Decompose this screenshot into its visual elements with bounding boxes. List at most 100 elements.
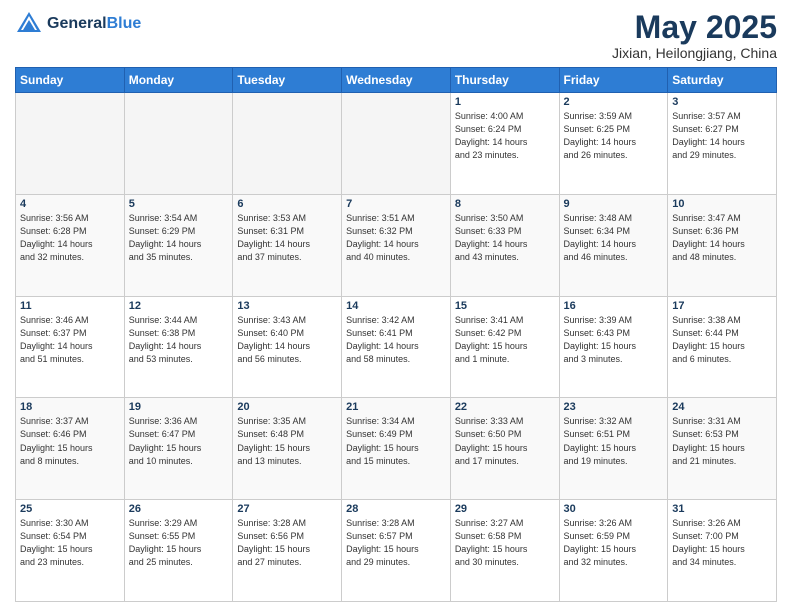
- table-row: [16, 93, 125, 195]
- day-number: 27: [237, 503, 337, 515]
- day-number: 3: [672, 96, 772, 108]
- table-row: 4 Sunrise: 3:56 AM Sunset: 6:28 PM Daylig…: [16, 194, 125, 296]
- col-saturday: Saturday: [668, 68, 777, 93]
- day-info: Sunrise: 3:59 AM Sunset: 6:25 PM Dayligh…: [564, 110, 664, 162]
- table-row: 21 Sunrise: 3:34 AM Sunset: 6:49 PM Dayli…: [342, 398, 451, 500]
- day-number: 20: [237, 401, 337, 413]
- calendar-week-row: 4 Sunrise: 3:56 AM Sunset: 6:28 PM Daylig…: [16, 194, 777, 296]
- day-info: Sunrise: 3:46 AM Sunset: 6:37 PM Dayligh…: [20, 314, 120, 366]
- calendar-table: Sunday Monday Tuesday Wednesday Thursday…: [15, 67, 777, 602]
- table-row: 29 Sunrise: 3:27 AM Sunset: 6:58 PM Dayli…: [450, 500, 559, 602]
- day-info: Sunrise: 3:56 AM Sunset: 6:28 PM Dayligh…: [20, 212, 120, 264]
- table-row: 23 Sunrise: 3:32 AM Sunset: 6:51 PM Dayli…: [559, 398, 668, 500]
- table-row: 11 Sunrise: 3:46 AM Sunset: 6:37 PM Dayli…: [16, 296, 125, 398]
- table-row: [233, 93, 342, 195]
- table-row: 20 Sunrise: 3:35 AM Sunset: 6:48 PM Dayli…: [233, 398, 342, 500]
- month-title: May 2025: [612, 10, 777, 45]
- table-row: 15 Sunrise: 3:41 AM Sunset: 6:42 PM Dayli…: [450, 296, 559, 398]
- day-info: Sunrise: 3:26 AM Sunset: 6:59 PM Dayligh…: [564, 517, 664, 569]
- logo-text: GeneralBlue: [47, 15, 141, 33]
- calendar-week-row: 1Sunrise: 4:00 AM Sunset: 6:24 PM Daylig…: [16, 93, 777, 195]
- day-number: 2: [564, 96, 664, 108]
- day-info: Sunrise: 3:39 AM Sunset: 6:43 PM Dayligh…: [564, 314, 664, 366]
- day-number: 30: [564, 503, 664, 515]
- day-info: Sunrise: 3:34 AM Sunset: 6:49 PM Dayligh…: [346, 415, 446, 467]
- day-number: 5: [129, 198, 229, 210]
- day-number: 22: [455, 401, 555, 413]
- table-row: 18Sunrise: 3:37 AM Sunset: 6:46 PM Dayli…: [16, 398, 125, 500]
- table-row: 9Sunrise: 3:48 AM Sunset: 6:34 PM Daylig…: [559, 194, 668, 296]
- day-info: Sunrise: 3:37 AM Sunset: 6:46 PM Dayligh…: [20, 415, 120, 467]
- day-info: Sunrise: 3:30 AM Sunset: 6:54 PM Dayligh…: [20, 517, 120, 569]
- table-row: 31 Sunrise: 3:26 AM Sunset: 7:00 PM Dayli…: [668, 500, 777, 602]
- calendar-week-row: 18Sunrise: 3:37 AM Sunset: 6:46 PM Dayli…: [16, 398, 777, 500]
- day-info: Sunrise: 3:26 AM Sunset: 7:00 PM Dayligh…: [672, 517, 772, 569]
- day-info: Sunrise: 3:36 AM Sunset: 6:47 PM Dayligh…: [129, 415, 229, 467]
- day-info: Sunrise: 3:50 AM Sunset: 6:33 PM Dayligh…: [455, 212, 555, 264]
- day-info: Sunrise: 3:43 AM Sunset: 6:40 PM Dayligh…: [237, 314, 337, 366]
- table-row: 8Sunrise: 3:50 AM Sunset: 6:33 PM Daylig…: [450, 194, 559, 296]
- day-info: Sunrise: 3:27 AM Sunset: 6:58 PM Dayligh…: [455, 517, 555, 569]
- day-number: 14: [346, 300, 446, 312]
- day-number: 21: [346, 401, 446, 413]
- day-info: Sunrise: 3:32 AM Sunset: 6:51 PM Dayligh…: [564, 415, 664, 467]
- col-tuesday: Tuesday: [233, 68, 342, 93]
- day-number: 29: [455, 503, 555, 515]
- page: GeneralBlue May 2025 Jixian, Heilongjian…: [0, 0, 792, 612]
- day-info: Sunrise: 3:28 AM Sunset: 6:57 PM Dayligh…: [346, 517, 446, 569]
- col-monday: Monday: [124, 68, 233, 93]
- day-number: 10: [672, 198, 772, 210]
- table-row: 17Sunrise: 3:38 AM Sunset: 6:44 PM Dayli…: [668, 296, 777, 398]
- day-number: 24: [672, 401, 772, 413]
- logo: GeneralBlue: [15, 10, 141, 38]
- day-number: 12: [129, 300, 229, 312]
- day-info: Sunrise: 3:31 AM Sunset: 6:53 PM Dayligh…: [672, 415, 772, 467]
- table-row: 16 Sunrise: 3:39 AM Sunset: 6:43 PM Dayli…: [559, 296, 668, 398]
- logo-icon: [15, 10, 43, 38]
- day-number: 11: [20, 300, 120, 312]
- table-row: 6Sunrise: 3:53 AM Sunset: 6:31 PM Daylig…: [233, 194, 342, 296]
- day-info: Sunrise: 3:48 AM Sunset: 6:34 PM Dayligh…: [564, 212, 664, 264]
- table-row: 24 Sunrise: 3:31 AM Sunset: 6:53 PM Dayli…: [668, 398, 777, 500]
- day-info: Sunrise: 3:42 AM Sunset: 6:41 PM Dayligh…: [346, 314, 446, 366]
- col-sunday: Sunday: [16, 68, 125, 93]
- day-info: Sunrise: 3:44 AM Sunset: 6:38 PM Dayligh…: [129, 314, 229, 366]
- table-row: 10Sunrise: 3:47 AM Sunset: 6:36 PM Dayli…: [668, 194, 777, 296]
- title-block: May 2025 Jixian, Heilongjiang, China: [612, 10, 777, 61]
- table-row: 14 Sunrise: 3:42 AM Sunset: 6:41 PM Dayli…: [342, 296, 451, 398]
- table-row: [124, 93, 233, 195]
- day-number: 7: [346, 198, 446, 210]
- day-info: Sunrise: 3:54 AM Sunset: 6:29 PM Dayligh…: [129, 212, 229, 264]
- col-wednesday: Wednesday: [342, 68, 451, 93]
- day-number: 4: [20, 198, 120, 210]
- table-row: 28 Sunrise: 3:28 AM Sunset: 6:57 PM Dayli…: [342, 500, 451, 602]
- day-info: Sunrise: 3:41 AM Sunset: 6:42 PM Dayligh…: [455, 314, 555, 366]
- day-number: 19: [129, 401, 229, 413]
- col-thursday: Thursday: [450, 68, 559, 93]
- table-row: 7Sunrise: 3:51 AM Sunset: 6:32 PM Daylig…: [342, 194, 451, 296]
- day-info: Sunrise: 3:35 AM Sunset: 6:48 PM Dayligh…: [237, 415, 337, 467]
- day-number: 13: [237, 300, 337, 312]
- day-number: 16: [564, 300, 664, 312]
- table-row: 26Sunrise: 3:29 AM Sunset: 6:55 PM Dayli…: [124, 500, 233, 602]
- table-row: 3 Sunrise: 3:57 AM Sunset: 6:27 PM Daylig…: [668, 93, 777, 195]
- day-number: 26: [129, 503, 229, 515]
- location-subtitle: Jixian, Heilongjiang, China: [612, 45, 777, 61]
- day-number: 23: [564, 401, 664, 413]
- calendar-week-row: 25 Sunrise: 3:30 AM Sunset: 6:54 PM Dayli…: [16, 500, 777, 602]
- table-row: 25 Sunrise: 3:30 AM Sunset: 6:54 PM Dayli…: [16, 500, 125, 602]
- day-number: 31: [672, 503, 772, 515]
- table-row: 27Sunrise: 3:28 AM Sunset: 6:56 PM Dayli…: [233, 500, 342, 602]
- day-number: 28: [346, 503, 446, 515]
- day-info: Sunrise: 3:57 AM Sunset: 6:27 PM Dayligh…: [672, 110, 772, 162]
- col-friday: Friday: [559, 68, 668, 93]
- day-number: 15: [455, 300, 555, 312]
- day-number: 17: [672, 300, 772, 312]
- day-info: Sunrise: 3:53 AM Sunset: 6:31 PM Dayligh…: [237, 212, 337, 264]
- table-row: 22Sunrise: 3:33 AM Sunset: 6:50 PM Dayli…: [450, 398, 559, 500]
- table-row: [342, 93, 451, 195]
- table-row: 13 Sunrise: 3:43 AM Sunset: 6:40 PM Dayli…: [233, 296, 342, 398]
- day-number: 25: [20, 503, 120, 515]
- calendar-header-row: Sunday Monday Tuesday Wednesday Thursday…: [16, 68, 777, 93]
- day-number: 1: [455, 96, 555, 108]
